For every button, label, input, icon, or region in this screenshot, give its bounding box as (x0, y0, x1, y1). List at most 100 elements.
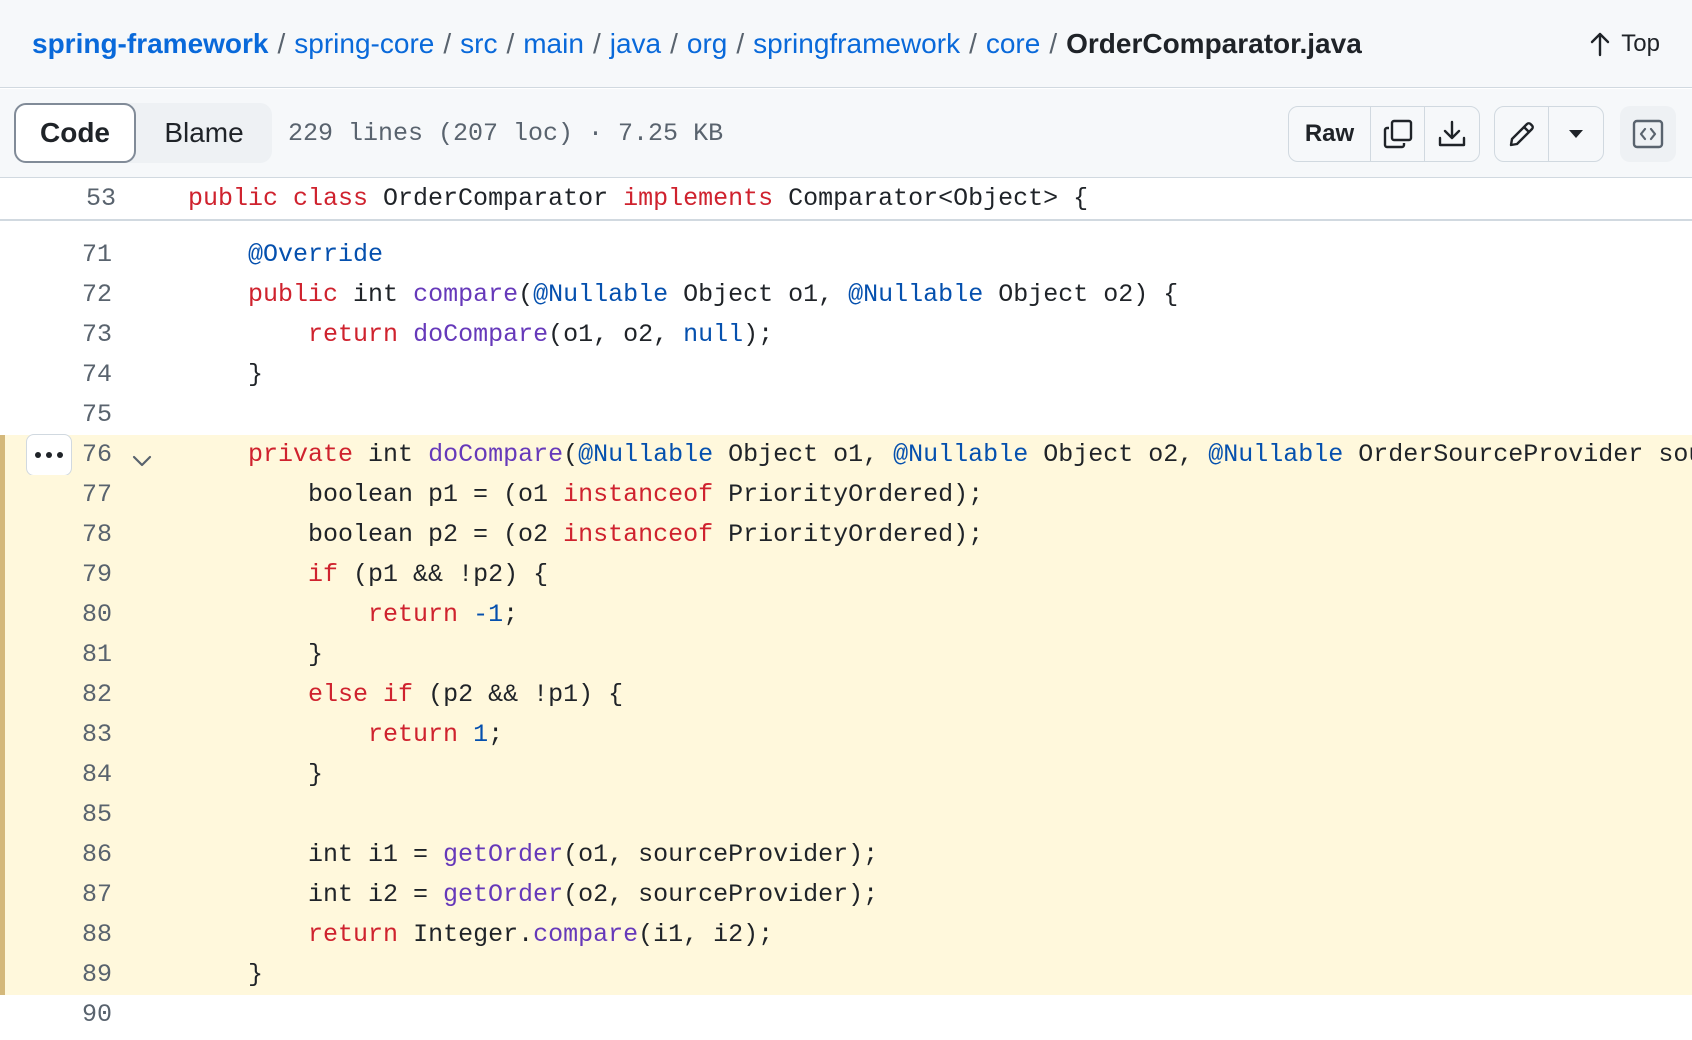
code-token: int (353, 280, 414, 309)
line-content: private int doCompare(@Nullable Object o… (188, 435, 1692, 475)
code-token: } (188, 640, 324, 669)
code-token: ); (743, 320, 774, 349)
symbols-group (1620, 106, 1676, 162)
breadcrumb-link[interactable]: java (610, 28, 661, 60)
line-number[interactable]: 75 (40, 395, 112, 435)
code-line: 71 @Override (0, 235, 1692, 275)
line-number[interactable]: 82 (40, 675, 112, 715)
top-button[interactable]: Top (1589, 22, 1660, 66)
code-token: } (188, 360, 264, 389)
line-number[interactable]: 83 (40, 715, 112, 755)
code-line: 74 } (0, 355, 1692, 395)
breadcrumb-link[interactable]: main (523, 28, 584, 60)
breadcrumb-link[interactable]: org (687, 28, 727, 60)
line-number[interactable]: 77 (40, 475, 112, 515)
arrow-up-icon (1591, 32, 1610, 57)
file-toolbar: Code Blame 229 lines (207 loc) · 7.25 KB… (0, 89, 1692, 178)
line-number[interactable]: 86 (40, 835, 112, 875)
code-token: @Nullable (533, 280, 669, 309)
line-number[interactable]: 74 (40, 355, 112, 395)
code-token: -1 (473, 600, 504, 629)
view-switcher: Code Blame (14, 103, 272, 163)
code-token: Object o2, (1028, 440, 1209, 469)
code-token: return (368, 720, 474, 749)
line-number[interactable]: 90 (40, 995, 112, 1035)
code-token: implements (623, 184, 789, 213)
line-content: int i1 = getOrder(o1, sourceProvider); (188, 835, 878, 875)
line-number[interactable]: 73 (40, 315, 112, 355)
breadcrumb-separator: / (592, 27, 601, 59)
line-number[interactable]: 81 (40, 635, 112, 675)
line-content: return Integer.compare(i1, i2); (188, 915, 773, 955)
copy-icon (1383, 119, 1412, 149)
line-number[interactable]: 89 (40, 955, 112, 995)
raw-button[interactable]: Raw (1289, 107, 1371, 161)
edit-button[interactable] (1495, 107, 1549, 161)
code-token: (o1, sourceProvider); (563, 840, 879, 869)
line-content: if (p1 && !p2) { (188, 555, 548, 595)
triangle-down-icon (1569, 130, 1583, 138)
line-number[interactable]: 84 (40, 755, 112, 795)
breadcrumb-link[interactable]: spring-core (294, 28, 434, 60)
line-number[interactable]: 76 (40, 435, 112, 475)
code-token: boolean p1 = (o1 (188, 480, 564, 509)
code-line: 85 (0, 795, 1692, 835)
code-line: 86 int i1 = getOrder(o1, sourceProvider)… (0, 835, 1692, 875)
line-number[interactable]: 88 (40, 915, 112, 955)
line-number[interactable]: 78 (40, 515, 112, 555)
code-line: 75 (0, 395, 1692, 435)
edit-menu-button[interactable] (1549, 107, 1603, 161)
breadcrumb: spring-framework / spring-core / src / main / ja… (32, 28, 1362, 60)
code-token: null (683, 320, 744, 349)
line-number[interactable]: 72 (40, 275, 112, 315)
breadcrumb-link[interactable]: springframework (753, 28, 960, 60)
code-token: int i2 = (188, 880, 444, 909)
code-token: PriorityOrdered); (713, 480, 984, 509)
line-number[interactable]: 71 (40, 235, 112, 275)
line-number[interactable]: 79 (40, 555, 112, 595)
copy-button[interactable] (1371, 107, 1425, 161)
code-line: 79 if (p1 && !p2) { (0, 555, 1692, 595)
breadcrumb-separator: / (506, 27, 515, 59)
line-number[interactable]: 80 (40, 595, 112, 635)
code-token: compare (533, 920, 639, 949)
code-token: ; (503, 600, 519, 629)
tab-blame[interactable]: Blame (136, 103, 272, 163)
code-token: (o1, o2, (548, 320, 684, 349)
code-line: 80 return -1; (0, 595, 1692, 635)
code-token: class (293, 184, 384, 213)
breadcrumb-link[interactable]: core (986, 28, 1040, 60)
line-number[interactable]: 87 (40, 875, 112, 915)
code-token: 1 (473, 720, 489, 749)
breadcrumb-separator: / (969, 27, 977, 59)
line-content: boolean p1 = (o1 instanceof PriorityOrde… (188, 475, 983, 515)
code-token: return (308, 920, 414, 949)
line-content: public int compare(@Nullable Object o1, … (188, 275, 1178, 315)
code-token: (p2 && !p1) { (413, 680, 624, 709)
code-token: public (188, 184, 294, 213)
code-token: int (368, 440, 429, 469)
download-button[interactable] (1425, 107, 1479, 161)
code-token: getOrder (443, 840, 564, 869)
code-line: 78 boolean p2 = (o2 instanceof PriorityO… (0, 515, 1692, 555)
code-token: PriorityOrdered); (713, 520, 984, 549)
code-token: OrderComparator (383, 184, 624, 213)
breadcrumb-link[interactable]: spring-framework (32, 28, 269, 60)
code-line: 88 return Integer.compare(i1, i2); (0, 915, 1692, 955)
code-token: (o2, sourceProvider); (563, 880, 879, 909)
breadcrumb-separator: / (277, 27, 286, 59)
raw-button-label: Raw (1304, 120, 1355, 147)
breadcrumb-link[interactable]: src (460, 28, 497, 60)
line-content: int i2 = getOrder(o2, sourceProvider); (188, 875, 878, 915)
code-token: private (248, 440, 369, 469)
line-content: } (188, 355, 263, 395)
tab-code[interactable]: Code (14, 103, 136, 163)
line-number[interactable]: 85 (40, 795, 112, 835)
symbols-button[interactable] (1621, 107, 1675, 161)
